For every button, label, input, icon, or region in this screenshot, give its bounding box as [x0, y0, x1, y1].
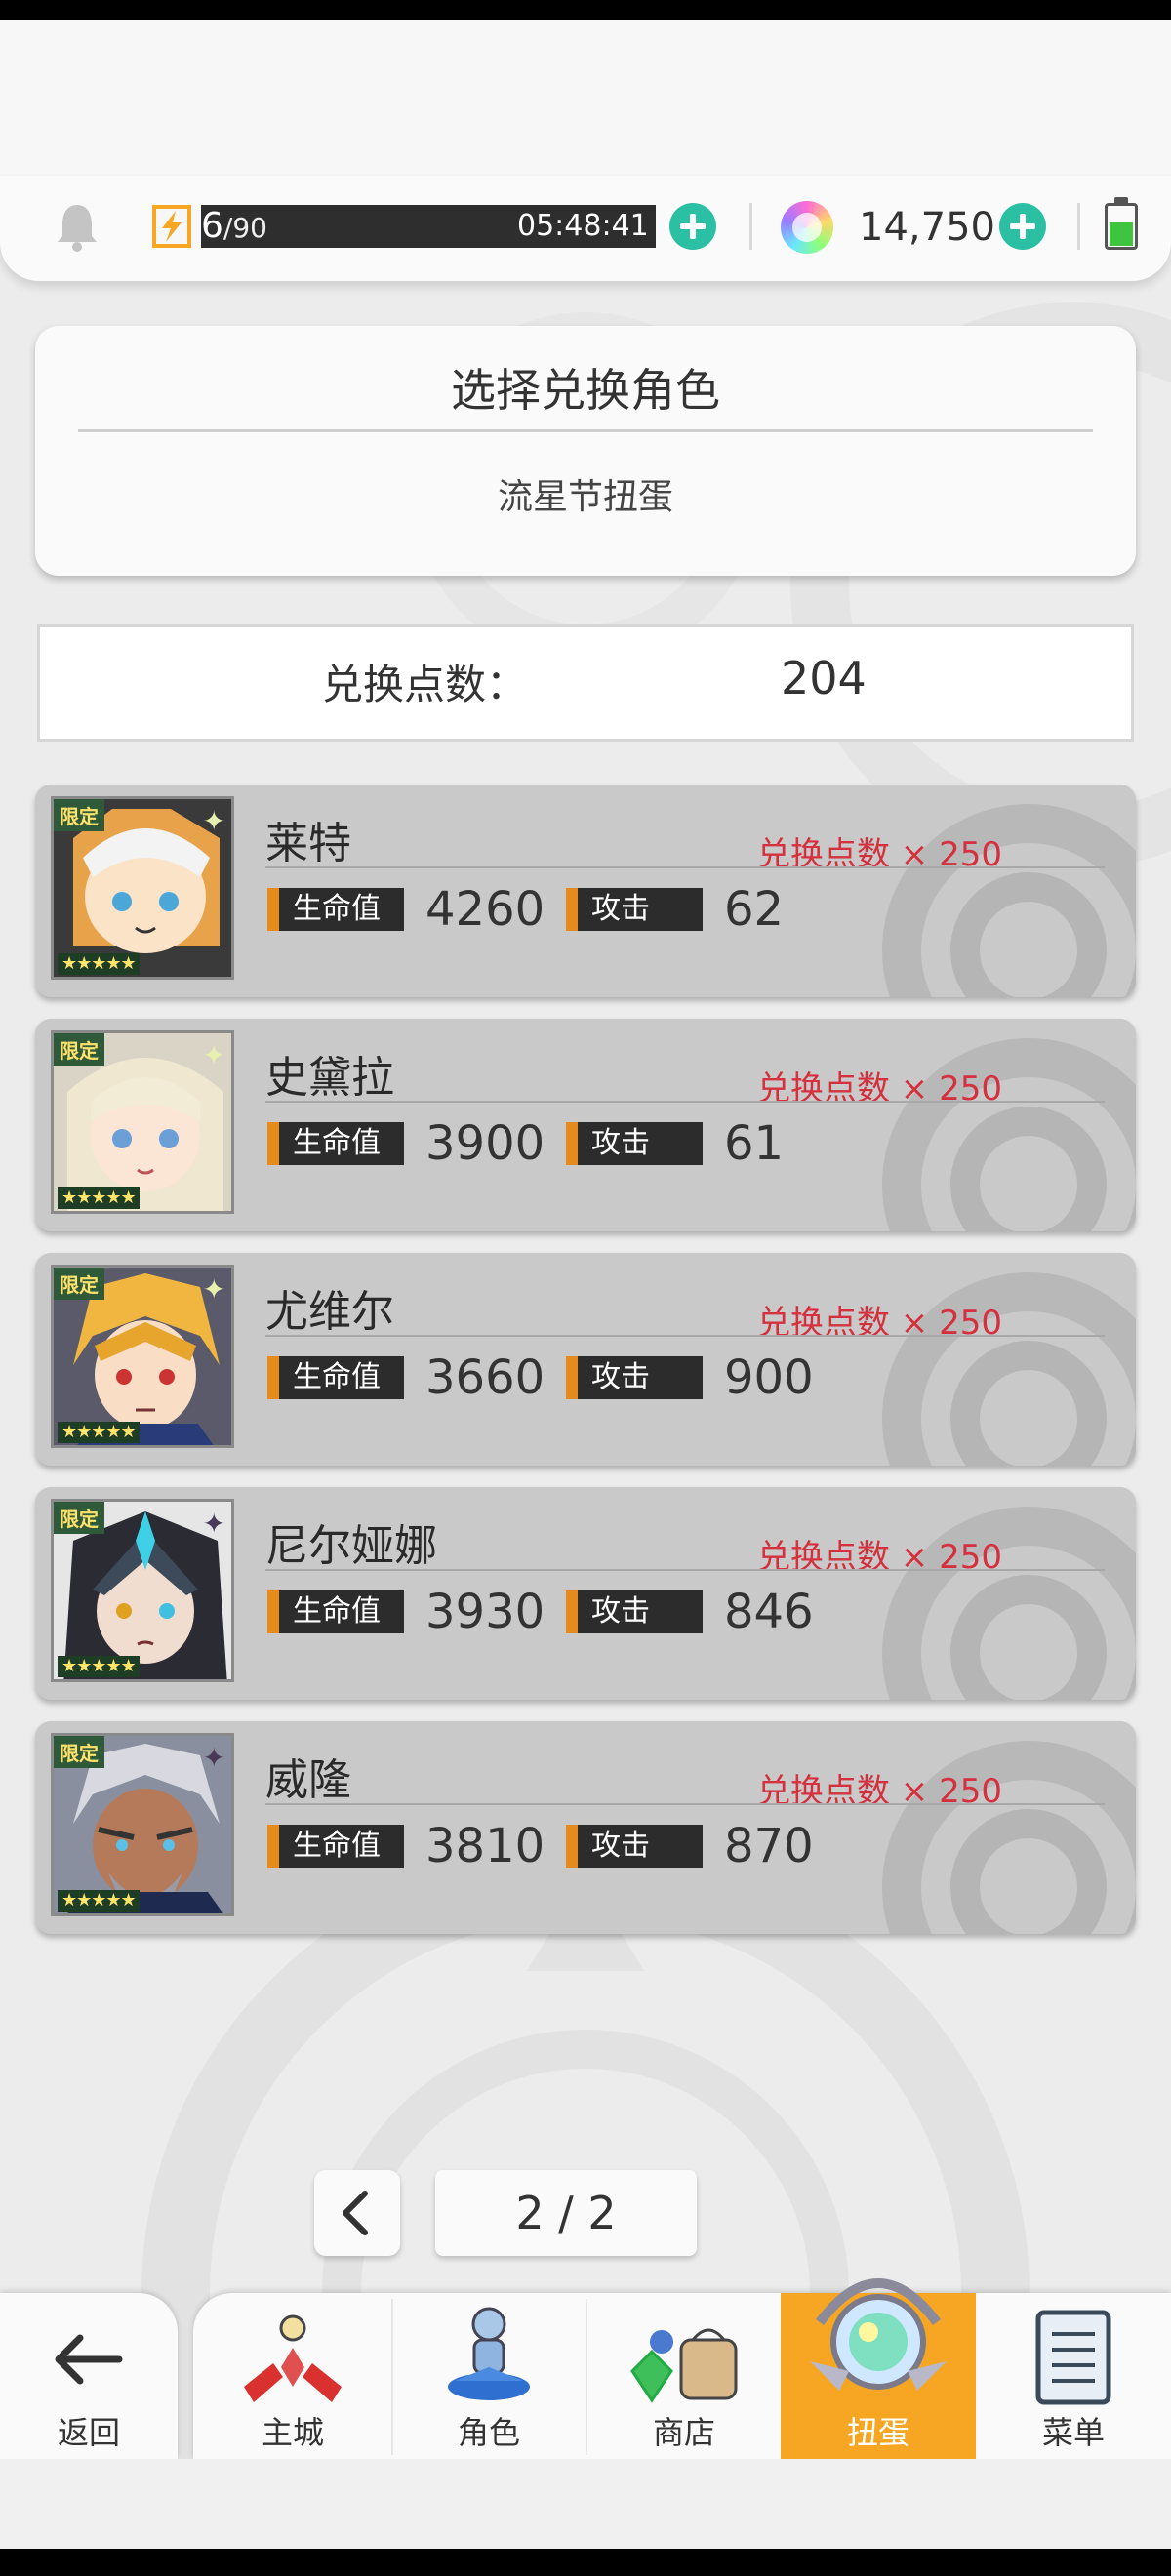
title-divider — [78, 429, 1093, 432]
rarity-stars: ★★★★★ — [58, 1656, 140, 1677]
gem-icon — [781, 201, 833, 254]
attack-value: 61 — [724, 1116, 785, 1171]
sparkle-icon: ✦ — [202, 1273, 225, 1306]
hp-label: 生命值 — [267, 1590, 422, 1633]
character-portrait: 限定 ✦ ★★★★★ — [51, 1499, 234, 1682]
character-name: 史黛拉 — [265, 1053, 394, 1103]
page-subtitle: 流星节扭蛋 — [497, 477, 673, 517]
character-card-4[interactable]: 限定 ✦ ★★★★★ 尼尔娅娜 兑换点数 × 250 生命值 3930 攻击 8… — [35, 1487, 1136, 1700]
nav-label: 主城 — [261, 2414, 324, 2451]
gacha-orb-icon — [810, 2278, 947, 2391]
limited-tag: 限定 — [54, 799, 104, 831]
hp-value: 3810 — [425, 1819, 545, 1873]
rarity-stars: ★★★★★ — [58, 1187, 140, 1209]
attack-value: 870 — [724, 1819, 814, 1873]
add-stamina-button[interactable] — [669, 203, 716, 250]
character-name: 威隆 — [265, 1755, 351, 1805]
nav-back-label: 返回 — [57, 2414, 120, 2451]
previous-page-button[interactable] — [314, 2170, 400, 2256]
nav-label: 扭蛋 — [846, 2414, 909, 2451]
character-icon — [448, 2307, 530, 2400]
nav-label: 商店 — [652, 2414, 715, 2451]
character-name: 尤维尔 — [265, 1287, 394, 1337]
exchange-points-label: 兑换点数： — [322, 661, 528, 708]
gem-count: 14,750 — [859, 205, 995, 250]
name-divider — [265, 1335, 1105, 1337]
hp-label: 生命值 — [267, 888, 422, 931]
nav-item-gacha[interactable]: 扭蛋 — [781, 2278, 976, 2459]
sparkle-icon: ✦ — [202, 805, 225, 837]
stamina-max: /90 — [222, 212, 267, 244]
limited-tag: 限定 — [54, 1033, 104, 1066]
battery-level — [1110, 222, 1133, 246]
hp-label: 生命值 — [267, 1825, 422, 1868]
shop-bag-icon — [630, 2328, 738, 2403]
nav-item-main-city[interactable]: 主城 — [195, 2293, 390, 2459]
hp-label: 生命值 — [267, 1356, 422, 1399]
attack-label: 攻击 — [566, 1122, 720, 1165]
character-portrait: 限定 ✦ ★★★★★ — [51, 1265, 234, 1448]
attack-value: 62 — [724, 882, 785, 937]
attack-label: 攻击 — [566, 1356, 720, 1399]
name-divider — [265, 866, 1105, 868]
limited-tag: 限定 — [54, 1736, 104, 1768]
chevron-left-icon — [343, 2191, 368, 2235]
character-name: 尼尔娅娜 — [265, 1521, 437, 1571]
stamina-current: 6 — [201, 206, 223, 246]
hp-label: 生命值 — [267, 1122, 422, 1165]
attack-value: 846 — [724, 1585, 814, 1639]
attack-label: 攻击 — [566, 888, 720, 931]
sparkle-icon: ✦ — [202, 1508, 225, 1540]
character-portrait: 限定 ✦ ★★★★★ — [51, 1733, 234, 1916]
character-portrait: 限定 ✦ ★★★★★ — [51, 1030, 234, 1214]
character-portrait: 限定 ✦ ★★★★★ — [51, 796, 234, 980]
menu-list-icon — [1035, 2310, 1111, 2405]
name-divider — [265, 1569, 1105, 1571]
nav-item-menu[interactable]: 菜单 — [976, 2293, 1171, 2459]
stamina-timer: 05:48:41 — [517, 209, 649, 243]
stamina-value: 6/90 — [201, 205, 267, 248]
character-card-1[interactable]: 限定 ✦ ★★★★★ 莱特 兑换点数 × 250 生命值 4260 攻击 62 — [35, 785, 1136, 997]
nav-label: 角色 — [457, 2414, 520, 2451]
rarity-stars: ★★★★★ — [58, 1422, 140, 1443]
system-nav-bar — [0, 2549, 1171, 2576]
arrow-left-icon — [55, 2334, 123, 2385]
attack-label: 攻击 — [566, 1825, 720, 1868]
character-card-5[interactable]: 限定 ✦ ★★★★★ 威隆 兑换点数 × 250 生命值 3810 攻击 870 — [35, 1721, 1136, 1934]
hp-value: 3930 — [425, 1585, 545, 1639]
nav-item-shop[interactable]: 商店 — [587, 2293, 781, 2459]
system-status-bar — [0, 0, 1171, 20]
rarity-stars: ★★★★★ — [58, 1890, 140, 1912]
character-name: 莱特 — [265, 819, 351, 868]
nav-back[interactable]: 返回 — [0, 2293, 178, 2459]
hp-value: 3900 — [425, 1116, 545, 1171]
bell-icon[interactable] — [55, 201, 100, 254]
hp-value: 3660 — [425, 1350, 545, 1405]
name-divider — [265, 1803, 1105, 1805]
character-card-2[interactable]: 限定 ✦ ★★★★★ 史黛拉 兑换点数 × 250 生命值 3900 攻击 61 — [35, 1019, 1136, 1231]
page-indicator: 2 / 2 — [435, 2170, 697, 2256]
lightning-icon — [152, 205, 191, 248]
resource-divider — [749, 203, 752, 250]
bottom-spacer — [0, 2459, 1171, 2549]
page-title: 选择兑换角色 — [451, 364, 720, 417]
character-card-3[interactable]: 限定 ✦ ★★★★★ 尤维尔 兑换点数 × 250 生命值 3660 攻击 90… — [35, 1253, 1136, 1466]
resource-divider — [1077, 203, 1080, 250]
nav-item-characters[interactable]: 角色 — [392, 2293, 586, 2459]
limited-tag: 限定 — [54, 1502, 104, 1534]
limited-tag: 限定 — [54, 1268, 104, 1300]
hp-value: 4260 — [425, 882, 545, 937]
add-gems-button[interactable] — [999, 203, 1046, 250]
exchange-points-bar — [37, 624, 1134, 742]
rarity-stars: ★★★★★ — [58, 953, 140, 975]
nav-label: 菜单 — [1041, 2414, 1105, 2451]
exchange-points-value: 204 — [781, 652, 867, 704]
attack-label: 攻击 — [566, 1590, 720, 1633]
sparkle-icon: ✦ — [202, 1742, 225, 1774]
top-spacer — [0, 20, 1171, 176]
sparkle-icon: ✦ — [202, 1039, 225, 1071]
name-divider — [265, 1101, 1105, 1103]
castle-icon — [244, 2314, 342, 2402]
attack-value: 900 — [724, 1350, 814, 1405]
